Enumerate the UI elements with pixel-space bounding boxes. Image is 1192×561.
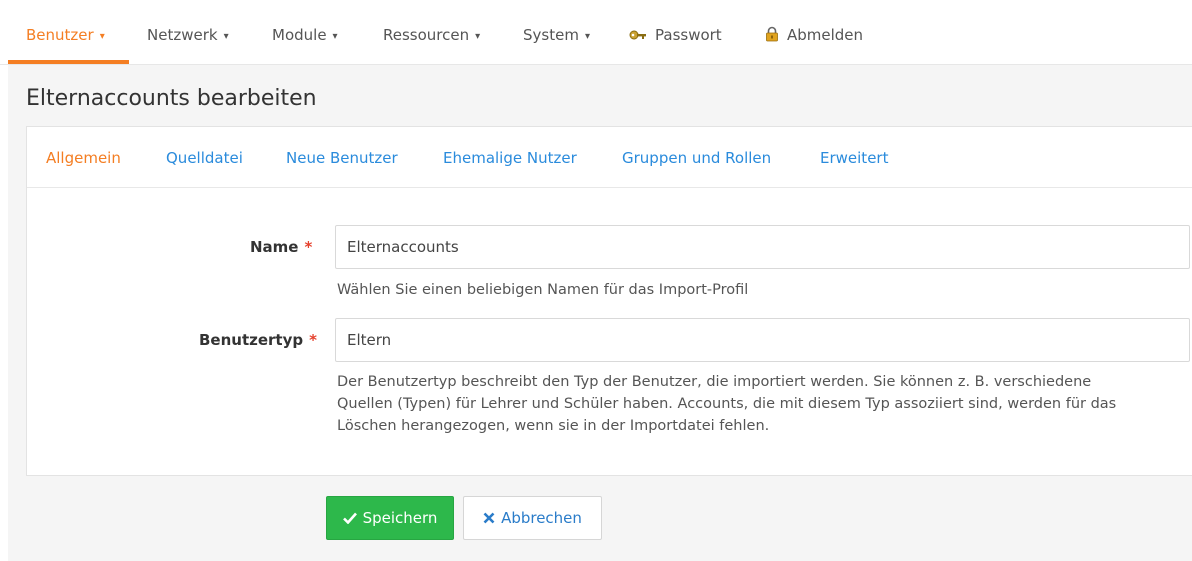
usertype-help-line: Der Benutzertyp beschreibt den Typ der B… bbox=[337, 374, 1092, 390]
nav-item-label: System bbox=[523, 26, 579, 44]
cancel-button-label: Abbrechen bbox=[501, 509, 582, 527]
nav-item-netzwerk[interactable]: Netzwerk ▾ bbox=[147, 0, 229, 64]
chevron-down-icon: ▾ bbox=[584, 31, 590, 42]
tab-bar: Allgemein Quelldatei Neue Benutzer Ehema… bbox=[27, 127, 1192, 188]
key-icon bbox=[629, 1, 647, 71]
name-help-text: Wählen Sie einen beliebigen Namen für da… bbox=[337, 282, 749, 298]
nav-item-label: Module bbox=[272, 26, 327, 44]
nav-item-label: Ressourcen bbox=[383, 26, 470, 44]
tab-gruppen-und-rollen[interactable]: Gruppen und Rollen bbox=[622, 127, 771, 187]
usertype-input[interactable] bbox=[335, 318, 1190, 362]
usertype-help-text: Der Benutzertyp beschreibt den Typ der B… bbox=[337, 371, 1187, 437]
chevron-down-icon: ▾ bbox=[223, 31, 229, 42]
x-icon bbox=[483, 509, 495, 527]
tab-neue-benutzer[interactable]: Neue Benutzer bbox=[286, 127, 398, 187]
nav-item-abmelden[interactable]: Abmelden bbox=[765, 0, 863, 64]
usertype-help-line: Löschen herangezogen, wenn sie in der Im… bbox=[337, 418, 770, 434]
usertype-label-text: Benutzertyp bbox=[199, 331, 304, 349]
chevron-down-icon: ▾ bbox=[475, 31, 481, 42]
required-mark: * bbox=[309, 331, 317, 349]
nav-item-passwort[interactable]: Passwort bbox=[629, 0, 722, 64]
check-icon bbox=[342, 509, 357, 527]
nav-item-module[interactable]: Module ▾ bbox=[272, 0, 338, 64]
nav-item-ressourcen[interactable]: Ressourcen ▾ bbox=[383, 0, 480, 64]
tab-ehemalige-nutzer[interactable]: Ehemalige Nutzer bbox=[443, 127, 577, 187]
nav-item-benutzer[interactable]: Benutzer ▾ bbox=[8, 0, 129, 64]
page-title: Elternaccounts bearbeiten bbox=[26, 86, 317, 111]
name-label: Name * bbox=[250, 238, 312, 256]
nav-item-label: Netzwerk bbox=[147, 26, 218, 44]
chevron-down-icon: ▾ bbox=[99, 31, 105, 42]
tab-erweitert[interactable]: Erweitert bbox=[820, 127, 888, 187]
save-button[interactable]: Speichern bbox=[326, 496, 454, 540]
tab-allgemein[interactable]: Allgemein bbox=[46, 127, 121, 187]
nav-item-label: Passwort bbox=[655, 26, 722, 44]
name-label-text: Name bbox=[250, 238, 299, 256]
nav-item-system[interactable]: System ▾ bbox=[523, 0, 590, 64]
top-navigation: Benutzer ▾ Netzwerk ▾ Module ▾ Ressourcen ▾ … bbox=[0, 0, 1192, 65]
name-input[interactable] bbox=[335, 225, 1190, 269]
nav-item-label: Abmelden bbox=[787, 26, 864, 44]
chevron-down-icon: ▾ bbox=[332, 31, 338, 42]
usertype-label: Benutzertyp * bbox=[199, 331, 317, 349]
usertype-help-line: Quellen (Typen) für Lehrer und Schüler h… bbox=[337, 396, 1117, 412]
cancel-button[interactable]: Abbrechen bbox=[463, 496, 602, 540]
tab-quelldatei[interactable]: Quelldatei bbox=[166, 127, 243, 187]
save-button-label: Speichern bbox=[362, 509, 438, 527]
nav-item-label: Benutzer bbox=[26, 26, 94, 44]
lock-icon bbox=[765, 1, 779, 71]
required-mark: * bbox=[304, 238, 313, 256]
